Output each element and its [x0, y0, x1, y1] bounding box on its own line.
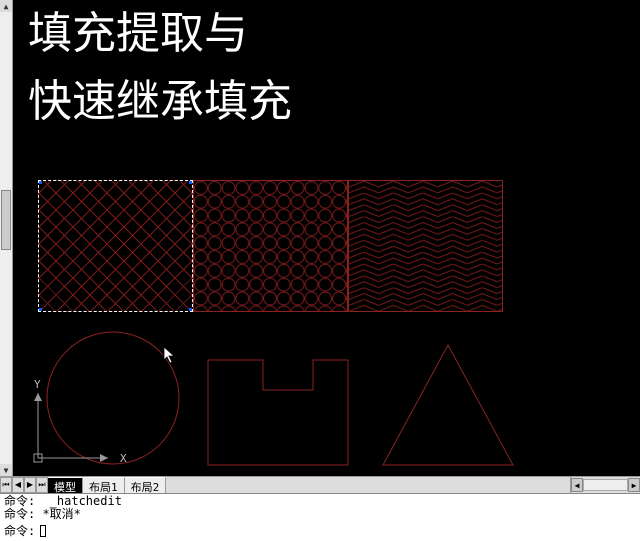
- drawing-title: 填充提取与 快速继承填充: [28, 0, 292, 136]
- scroll-up-button[interactable]: ▲: [0, 0, 12, 12]
- hatch-sample-2[interactable]: [193, 180, 348, 312]
- hscroll-left-button[interactable]: ◀: [571, 478, 583, 492]
- ucs-y-label: Y: [34, 378, 41, 391]
- tab-spacer: [166, 477, 570, 493]
- hatch-pattern-circles: [194, 181, 347, 311]
- title-line-1: 填充提取与: [28, 0, 292, 68]
- mouse-cursor-icon: [163, 346, 177, 368]
- scroll-thumb[interactable]: [1, 190, 11, 250]
- hatch-pattern-herringbone-narrow: [349, 181, 502, 311]
- app-root: ▲ ▼ 填充提取与 快速继承填充: [0, 0, 640, 541]
- horizontal-scrollbar[interactable]: ◀ ▶: [570, 477, 640, 493]
- tab-layout2[interactable]: 布局2: [125, 477, 167, 493]
- hatch-sample-1[interactable]: [38, 180, 193, 312]
- tab-last-button[interactable]: ⏭: [36, 477, 48, 493]
- ucs-icon: X Y: [28, 378, 128, 468]
- hatch-samples-row: [38, 180, 503, 312]
- shape-notched-rect[interactable]: [208, 360, 348, 465]
- command-history-line: 命令: *取消*: [4, 507, 81, 521]
- command-history-line: 命令: _hatchedit: [4, 494, 122, 508]
- hscroll-track[interactable]: [583, 479, 628, 491]
- tab-first-button[interactable]: ⏮: [0, 477, 12, 493]
- scroll-down-button[interactable]: ▼: [0, 464, 12, 476]
- drawing-canvas[interactable]: 填充提取与 快速继承填充: [13, 0, 640, 476]
- grip-icon[interactable]: [38, 308, 42, 312]
- tab-layout1[interactable]: 布局1: [83, 477, 125, 493]
- title-line-2: 快速继承填充: [28, 68, 292, 136]
- command-panel: 命令: _hatchedit 命令: *取消* 命令:: [0, 493, 640, 541]
- vertical-scrollbar[interactable]: ▲ ▼: [0, 0, 13, 476]
- ucs-x-label: X: [120, 452, 127, 465]
- shape-triangle[interactable]: [383, 345, 513, 465]
- hscroll-right-button[interactable]: ▶: [628, 478, 640, 492]
- text-caret-icon: [40, 525, 46, 537]
- command-prompt[interactable]: 命令:: [0, 522, 640, 541]
- tab-next-button[interactable]: ▶: [24, 477, 36, 493]
- viewport-row: ▲ ▼ 填充提取与 快速继承填充: [0, 0, 640, 476]
- hatch-sample-3[interactable]: [348, 180, 503, 312]
- tab-prev-button[interactable]: ◀: [12, 477, 24, 493]
- command-prompt-label: 命令:: [4, 522, 42, 539]
- tab-model[interactable]: 模型: [48, 477, 83, 493]
- command-history: 命令: _hatchedit 命令: *取消*: [0, 494, 640, 522]
- tab-nav-buttons: ⏮ ◀ ▶ ⏭: [0, 477, 48, 493]
- layout-tab-bar: ⏮ ◀ ▶ ⏭ 模型 布局1 布局2 ◀ ▶: [0, 476, 640, 493]
